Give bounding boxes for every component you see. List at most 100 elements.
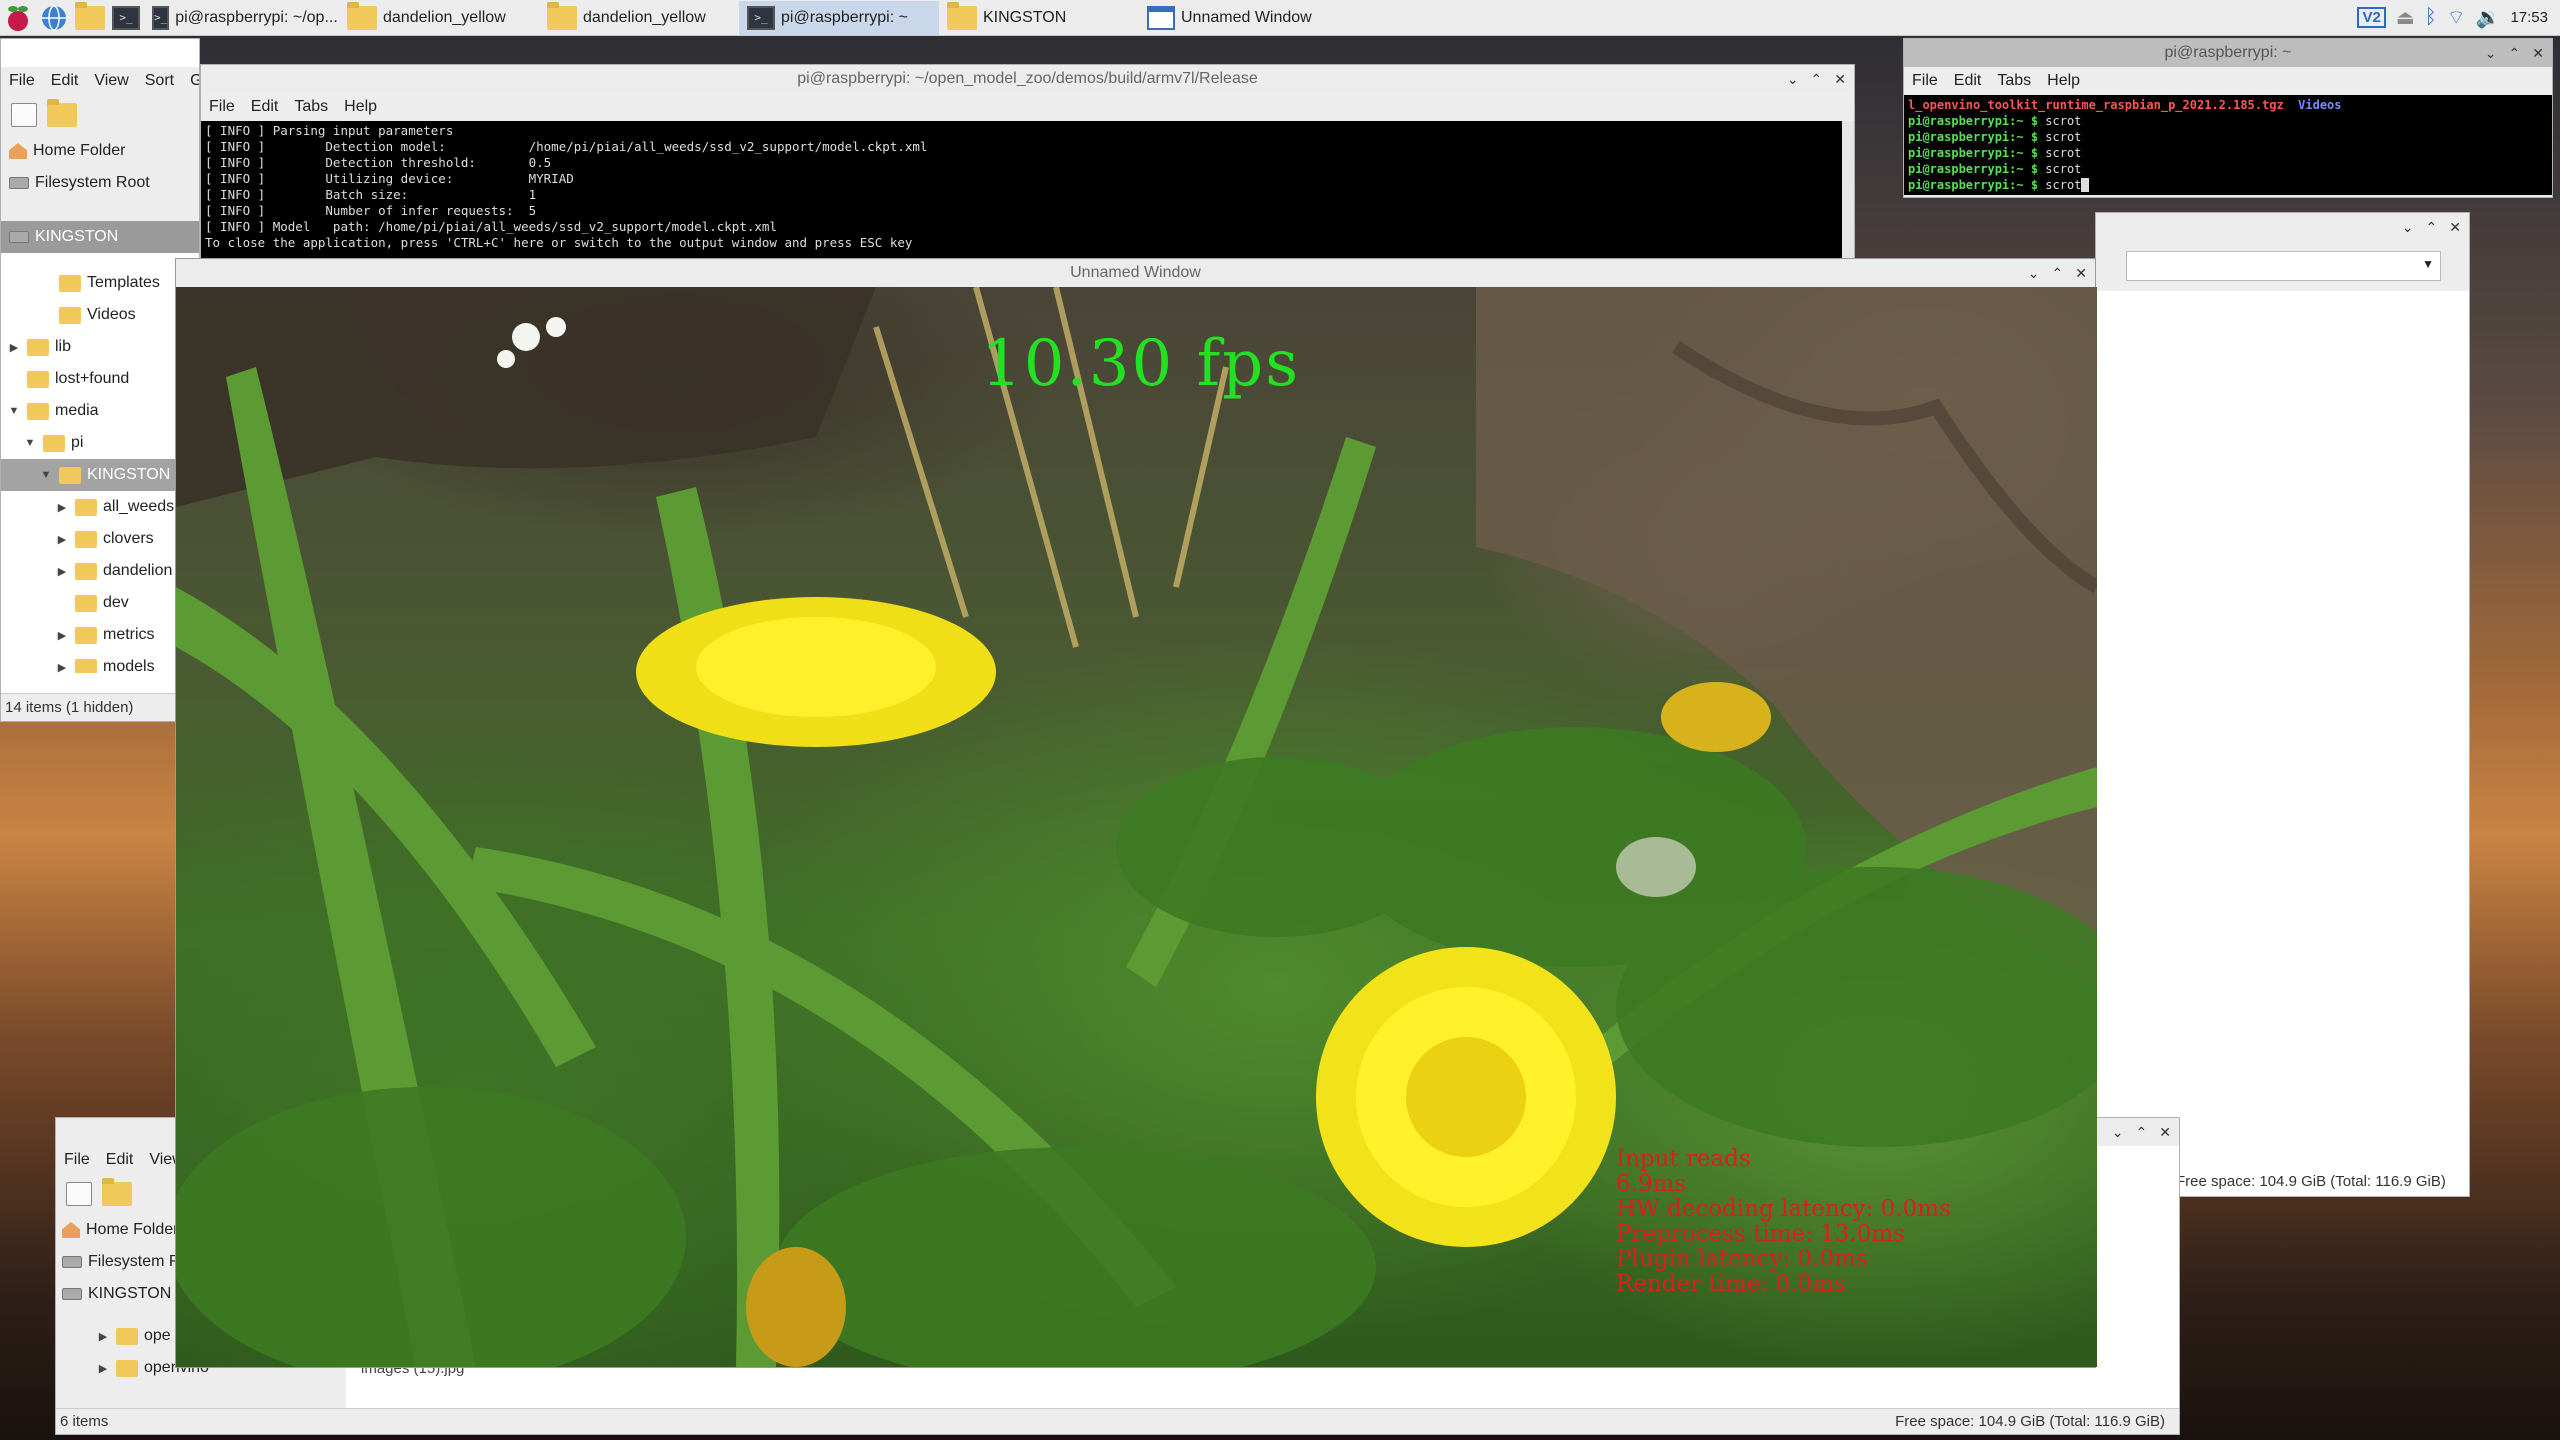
- menu-tabs[interactable]: Tabs: [1997, 72, 2031, 90]
- close-icon[interactable]: ✕: [2075, 265, 2087, 282]
- menu-view[interactable]: View: [94, 72, 128, 90]
- new-window-icon[interactable]: [11, 103, 37, 127]
- maximize-icon[interactable]: ⌃: [1811, 71, 1823, 88]
- window-titlebar[interactable]: pi@raspberrypi: ~/open_model_zoo/demos/b…: [201, 65, 1854, 93]
- menu-help[interactable]: Help: [344, 98, 377, 116]
- minimize-icon[interactable]: ⌄: [2485, 45, 2497, 62]
- status-item-count: 14 items (1 hidden): [5, 699, 134, 716]
- tree-item-videos[interactable]: Videos: [1, 299, 199, 331]
- window-titlebar[interactable]: ⌄ ⌃ ✕: [2096, 213, 2469, 241]
- new-folder-icon[interactable]: [102, 1178, 132, 1206]
- collapse-arrow-icon[interactable]: ▼: [39, 469, 53, 481]
- clock: 17:53: [2510, 9, 2548, 26]
- window-controls: ⌄ ⌃ ✕: [1787, 65, 1846, 93]
- minimize-icon[interactable]: ⌄: [2402, 219, 2414, 236]
- scrollbar[interactable]: [1842, 121, 1854, 258]
- menu-file[interactable]: File: [209, 98, 235, 116]
- task-terminal-openmodelzoo[interactable]: >_ pi@raspberrypi: ~/op...: [144, 1, 339, 35]
- place-filesystem[interactable]: Filesystem Root: [1, 167, 199, 199]
- maximize-icon[interactable]: ⌃: [2136, 1124, 2148, 1141]
- menu-edit[interactable]: Edit: [106, 1151, 134, 1169]
- expand-arrow-icon[interactable]: ▶: [55, 533, 69, 546]
- dir-entry: Videos: [2298, 98, 2342, 112]
- expand-arrow-icon[interactable]: ▶: [96, 1362, 110, 1375]
- menu-edit[interactable]: Edit: [51, 72, 79, 90]
- terminal-output[interactable]: [ INFO ] Parsing input parameters[ INFO …: [201, 121, 1846, 258]
- menu-sort[interactable]: Sort: [145, 72, 174, 90]
- folder-icon: [27, 402, 49, 420]
- expand-arrow-icon[interactable]: ▶: [7, 341, 21, 354]
- close-icon[interactable]: ✕: [1834, 71, 1846, 88]
- menu-file[interactable]: File: [1912, 72, 1938, 90]
- tree-item-kingston[interactable]: ▼ KINGSTON: [1, 459, 199, 491]
- wifi-icon[interactable]: ⌔: [2447, 5, 2466, 30]
- tree-label: media: [55, 402, 99, 419]
- close-icon[interactable]: ✕: [2532, 45, 2544, 62]
- minimize-icon[interactable]: ⌄: [2112, 1124, 2124, 1141]
- web-browser-icon[interactable]: [39, 3, 69, 33]
- tree-item-all-weeds[interactable]: ▶ all_weeds: [1, 491, 199, 523]
- task-folder-dandelion-2[interactable]: dandelion_yellow: [539, 1, 739, 35]
- raspberry-menu-icon[interactable]: [3, 3, 33, 33]
- place-kingston[interactable]: KINGSTON: [1, 221, 199, 253]
- tree-item-lib[interactable]: ▶ lib: [1, 331, 199, 363]
- expand-arrow-icon[interactable]: ▶: [96, 1330, 110, 1343]
- menu-edit[interactable]: Edit: [1954, 72, 1982, 90]
- menu-go[interactable]: Go: [190, 72, 199, 90]
- tree-item-lost-found[interactable]: lost+found: [1, 363, 199, 395]
- terminal-icon: >_: [747, 5, 775, 30]
- folder-icon: [75, 562, 97, 580]
- tree-item-models[interactable]: ▶ models: [1, 651, 199, 673]
- expand-arrow-icon[interactable]: ▶: [55, 565, 69, 578]
- tree-label: lib: [55, 338, 72, 355]
- tree-item-pi[interactable]: ▼ pi: [1, 427, 199, 459]
- task-folder-kingston[interactable]: KINGSTON: [939, 1, 1139, 35]
- terminal-window-home: pi@raspberrypi: ~ ⌄ ⌃ ✕ File Edit Tabs H…: [1903, 38, 2553, 198]
- tree-item-dandelion[interactable]: ▶ dandelion: [1, 555, 199, 587]
- task-folder-dandelion-1[interactable]: dandelion_yellow: [339, 1, 539, 35]
- expand-arrow-icon[interactable]: ▶: [55, 629, 69, 642]
- menu-file[interactable]: File: [9, 72, 35, 90]
- menu-edit[interactable]: Edit: [251, 98, 279, 116]
- maximize-icon[interactable]: ⌃: [2052, 265, 2064, 282]
- maximize-icon[interactable]: ⌃: [2509, 45, 2521, 62]
- path-input[interactable]: ▼: [2126, 251, 2441, 281]
- maximize-icon[interactable]: ⌃: [2426, 219, 2438, 236]
- close-icon[interactable]: ✕: [2159, 1124, 2171, 1141]
- place-home[interactable]: Home Folder: [1, 135, 199, 167]
- new-window-icon[interactable]: [66, 1182, 92, 1206]
- task-unnamed-window[interactable]: Unnamed Window: [1139, 1, 1339, 35]
- minimize-icon[interactable]: ⌄: [1787, 71, 1799, 88]
- tree-item-media[interactable]: ▼ media: [1, 395, 199, 427]
- terminal-line: [ INFO ] Batch size: 1: [205, 187, 537, 202]
- video-frame[interactable]: 10.30 fps Input reads 6.9ms HW decoding …: [176, 287, 2097, 1367]
- terminal-launcher-icon[interactable]: >_: [111, 3, 141, 33]
- vnc-icon[interactable]: V2: [2357, 7, 2386, 28]
- latency-metrics-overlay: Input reads 6.9ms HW decoding latency: 0…: [1616, 1147, 1951, 1297]
- tree-item-templates[interactable]: Templates: [1, 267, 199, 299]
- tree-item-metrics[interactable]: ▶ metrics: [1, 619, 199, 651]
- close-icon[interactable]: ✕: [2449, 219, 2461, 236]
- volume-icon[interactable]: 🔉: [2476, 5, 2501, 30]
- tree-item-clovers[interactable]: ▶ clovers: [1, 523, 199, 555]
- places: Home Folder Filesystem Root: [1, 135, 199, 221]
- collapse-arrow-icon[interactable]: ▼: [7, 405, 21, 417]
- window-titlebar[interactable]: Unnamed Window ⌄ ⌃ ✕: [176, 259, 2095, 287]
- bluetooth-icon[interactable]: ᛒ: [2425, 6, 2437, 29]
- menu-help[interactable]: Help: [2047, 72, 2080, 90]
- expand-arrow-icon[interactable]: ▶: [55, 661, 69, 674]
- expand-arrow-icon[interactable]: ▶: [55, 501, 69, 514]
- folder-icon: [43, 434, 65, 452]
- window-titlebar[interactable]: pi@raspberrypi: ~ ⌄ ⌃ ✕: [1904, 39, 2552, 67]
- tree-item-dev[interactable]: dev: [1, 587, 199, 619]
- menu-file[interactable]: File: [64, 1151, 90, 1169]
- menu-tabs[interactable]: Tabs: [294, 98, 328, 116]
- file-manager-icon[interactable]: [75, 1, 105, 33]
- minimize-icon[interactable]: ⌄: [2028, 265, 2040, 282]
- new-folder-icon[interactable]: [47, 99, 77, 127]
- dropdown-arrow-icon[interactable]: ▼: [2422, 257, 2434, 271]
- terminal-output[interactable]: l_openvino_toolkit_runtime_raspbian_p_20…: [1904, 95, 2552, 195]
- collapse-arrow-icon[interactable]: ▼: [23, 437, 37, 449]
- task-terminal-home[interactable]: >_ pi@raspberrypi: ~: [739, 0, 939, 35]
- eject-icon[interactable]: ⏏: [2396, 5, 2415, 30]
